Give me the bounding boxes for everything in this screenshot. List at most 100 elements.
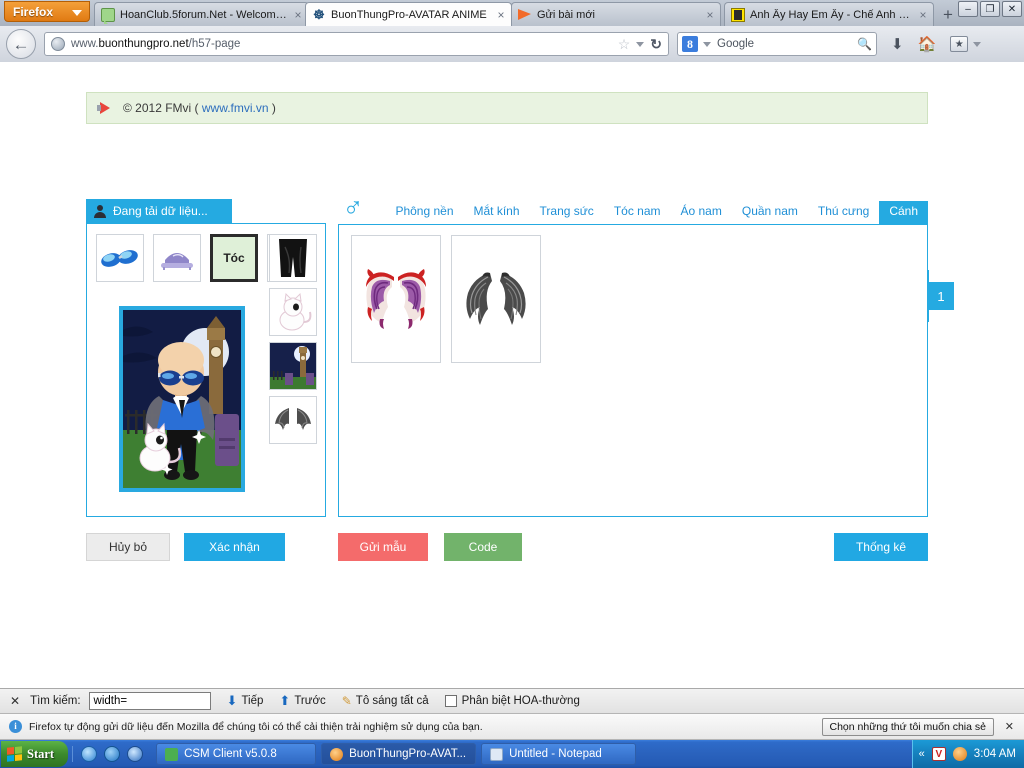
gray-feather-wings-icon — [466, 272, 526, 325]
downloads-icon[interactable]: ⬇ — [891, 35, 904, 53]
background-thumb[interactable] — [269, 342, 317, 390]
banner-text-end: ) — [271, 101, 276, 115]
sunglasses-thumb[interactable] — [96, 234, 144, 282]
tab-thu-cung[interactable]: Thú cưng — [808, 201, 879, 224]
start-button[interactable]: Start — [1, 741, 69, 767]
tab-mat-kinh[interactable]: Mắt kính — [464, 201, 530, 224]
maximize-button[interactable]: ❐ — [980, 1, 1000, 17]
chevron-down-icon[interactable] — [636, 41, 645, 47]
tab-quan-nam[interactable]: Quần nam — [732, 201, 808, 224]
antivirus-v-icon[interactable]: V — [931, 747, 946, 761]
pants-icon — [279, 239, 307, 277]
fmvi-link[interactable]: www.fmvi.vn — [202, 101, 269, 115]
find-next-button[interactable]: ⬇ Tiếp — [227, 693, 264, 709]
find-next-label: Tiếp — [241, 695, 264, 707]
tab-title: HoanClub.5forum.Net - Welcome... — [120, 8, 288, 21]
tab-hoanclub[interactable]: HoanClub.5forum.Net - Welcome... × — [94, 2, 309, 26]
close-icon[interactable]: × — [704, 9, 716, 21]
close-icon[interactable]: × — [292, 9, 304, 21]
wings-thumb[interactable] — [269, 396, 317, 444]
internet-explorer-icon[interactable] — [81, 746, 98, 762]
back-button[interactable]: ← — [6, 29, 36, 59]
send-sample-button[interactable]: Gửi mẫu — [338, 533, 428, 561]
tab-ao-nam[interactable]: Áo nam — [671, 201, 732, 224]
media-player-icon[interactable] — [127, 746, 144, 762]
pagination-page-1[interactable]: 1 — [928, 282, 954, 310]
hair-thumb[interactable]: Tóc — [210, 234, 258, 282]
globe-icon — [51, 37, 65, 51]
item-grid — [351, 235, 541, 363]
item-red-purple-dragon-wings[interactable] — [351, 235, 441, 363]
page-content: © 2012 FMvi ( www.fmvi.vn ) Đang tải dữ … — [0, 62, 1024, 686]
start-label: Start — [27, 746, 55, 761]
user-icon — [94, 204, 106, 218]
search-input[interactable]: width= — [88, 692, 211, 710]
chevron-down-icon[interactable] — [703, 41, 711, 47]
close-icon[interactable]: ✕ — [1005, 720, 1014, 733]
highlight-all-button[interactable]: ✎ Tô sáng tất cả — [342, 694, 429, 708]
match-case-label: Phân biệt HOA-thường — [461, 695, 580, 707]
avatar-image — [123, 310, 241, 488]
comment-bubble-icon — [101, 7, 115, 24]
hat-icon — [161, 253, 193, 270]
tab-anh-ay-hay-em-ay[interactable]: Anh Ấy Hay Em Ấy - Chế Anh Kh... × — [724, 2, 934, 26]
taskbar-item-firefox[interactable]: BuonThungPro-AVAT... — [321, 743, 477, 765]
toolbar-right-icons: ⬇ 🏠 ★ — [891, 35, 982, 53]
hat-thumb[interactable] — [153, 234, 201, 282]
quick-launch-bar — [72, 746, 151, 762]
checkbox-icon — [444, 695, 457, 707]
bookmark-star-icon[interactable]: ☆ — [618, 36, 631, 53]
close-window-button[interactable]: ✕ — [1002, 1, 1022, 17]
taskbar-item-label: CSM Client v5.0.8 — [184, 748, 277, 760]
firefox-menu-label: Firefox — [13, 4, 54, 19]
taskbar-item-notepad[interactable]: Untitled - Notepad — [481, 743, 637, 765]
info-icon: i — [9, 720, 22, 733]
search-icon[interactable]: 🔍 — [857, 37, 872, 51]
minimize-button[interactable]: – — [958, 1, 978, 17]
tab-phong-nen[interactable]: Phông nền — [385, 201, 463, 224]
item-browser-panel — [338, 224, 928, 517]
match-case-checkbox[interactable]: Phân biệt HOA-thường — [444, 695, 580, 707]
clock[interactable]: 3:04 AM — [974, 748, 1016, 760]
loading-status-label: Đang tải dữ liệu... — [113, 204, 208, 218]
taskbar-item-label: Untitled - Notepad — [509, 748, 602, 760]
stats-button[interactable]: Thống kê — [834, 533, 928, 561]
chevron-down-icon[interactable] — [973, 41, 982, 47]
find-previous-button[interactable]: ⬆ Trước — [279, 693, 325, 709]
reload-icon[interactable]: ↻ — [650, 36, 662, 53]
close-icon[interactable]: × — [917, 9, 929, 21]
pet-cat-thumb[interactable] — [269, 288, 317, 336]
window-controls: – ❐ ✕ — [958, 1, 1022, 17]
blue-app-icon[interactable] — [104, 746, 121, 762]
pants-thumb[interactable] — [269, 234, 317, 282]
close-icon[interactable]: × — [495, 9, 507, 21]
orange-flag-icon — [518, 8, 532, 22]
tab-buonthungpro[interactable]: ☸ BuonThungPro-AVATAR ANIME × — [305, 2, 512, 26]
close-icon[interactable]: ✕ — [10, 694, 20, 708]
browser-chrome: Firefox HoanClub.5forum.Net - Welcome...… — [0, 0, 1024, 62]
home-icon[interactable]: 🏠 — [918, 35, 937, 53]
item-gray-feather-wings[interactable] — [451, 235, 541, 363]
confirm-button[interactable]: Xác nhận — [184, 533, 285, 561]
code-button[interactable]: Code — [444, 533, 522, 561]
choose-sharing-button[interactable]: Chọn những thứ tôi muốn chia sẻ — [821, 718, 994, 736]
tray-expand-icon[interactable]: « — [919, 748, 925, 760]
tab-gui-bai-moi[interactable]: Gửi bài mới × — [511, 2, 721, 26]
address-bar-icons: ☆ ↻ — [618, 36, 664, 53]
search-bar[interactable]: 8 Google 🔍 — [677, 32, 877, 56]
address-bar[interactable]: www.buonthungpro.net/h57-page ☆ ↻ — [44, 32, 669, 56]
tab-toc-nam[interactable]: Tóc nam — [604, 201, 671, 224]
tab-trang-suc[interactable]: Trang sức — [530, 201, 604, 224]
tab-canh[interactable]: Cánh — [879, 201, 928, 224]
avatar-preview[interactable] — [119, 306, 245, 492]
category-tabs: Phông nền Mắt kính Trang sức Tóc nam Áo … — [395, 201, 928, 224]
cancel-button[interactable]: Hủy bỏ — [86, 533, 170, 561]
red-purple-dragon-wings-icon — [366, 269, 426, 329]
url-text: www.buonthungpro.net/h57-page — [71, 38, 241, 50]
google-icon: 8 — [682, 36, 698, 52]
taskbar-item-csm-client[interactable]: CSM Client v5.0.8 — [156, 743, 317, 765]
spiral-app-icon[interactable] — [952, 747, 967, 761]
bookmarks-icon[interactable]: ★ — [950, 36, 969, 52]
gray-wings-icon — [275, 408, 311, 430]
firefox-menu-button[interactable]: Firefox — [4, 1, 90, 22]
